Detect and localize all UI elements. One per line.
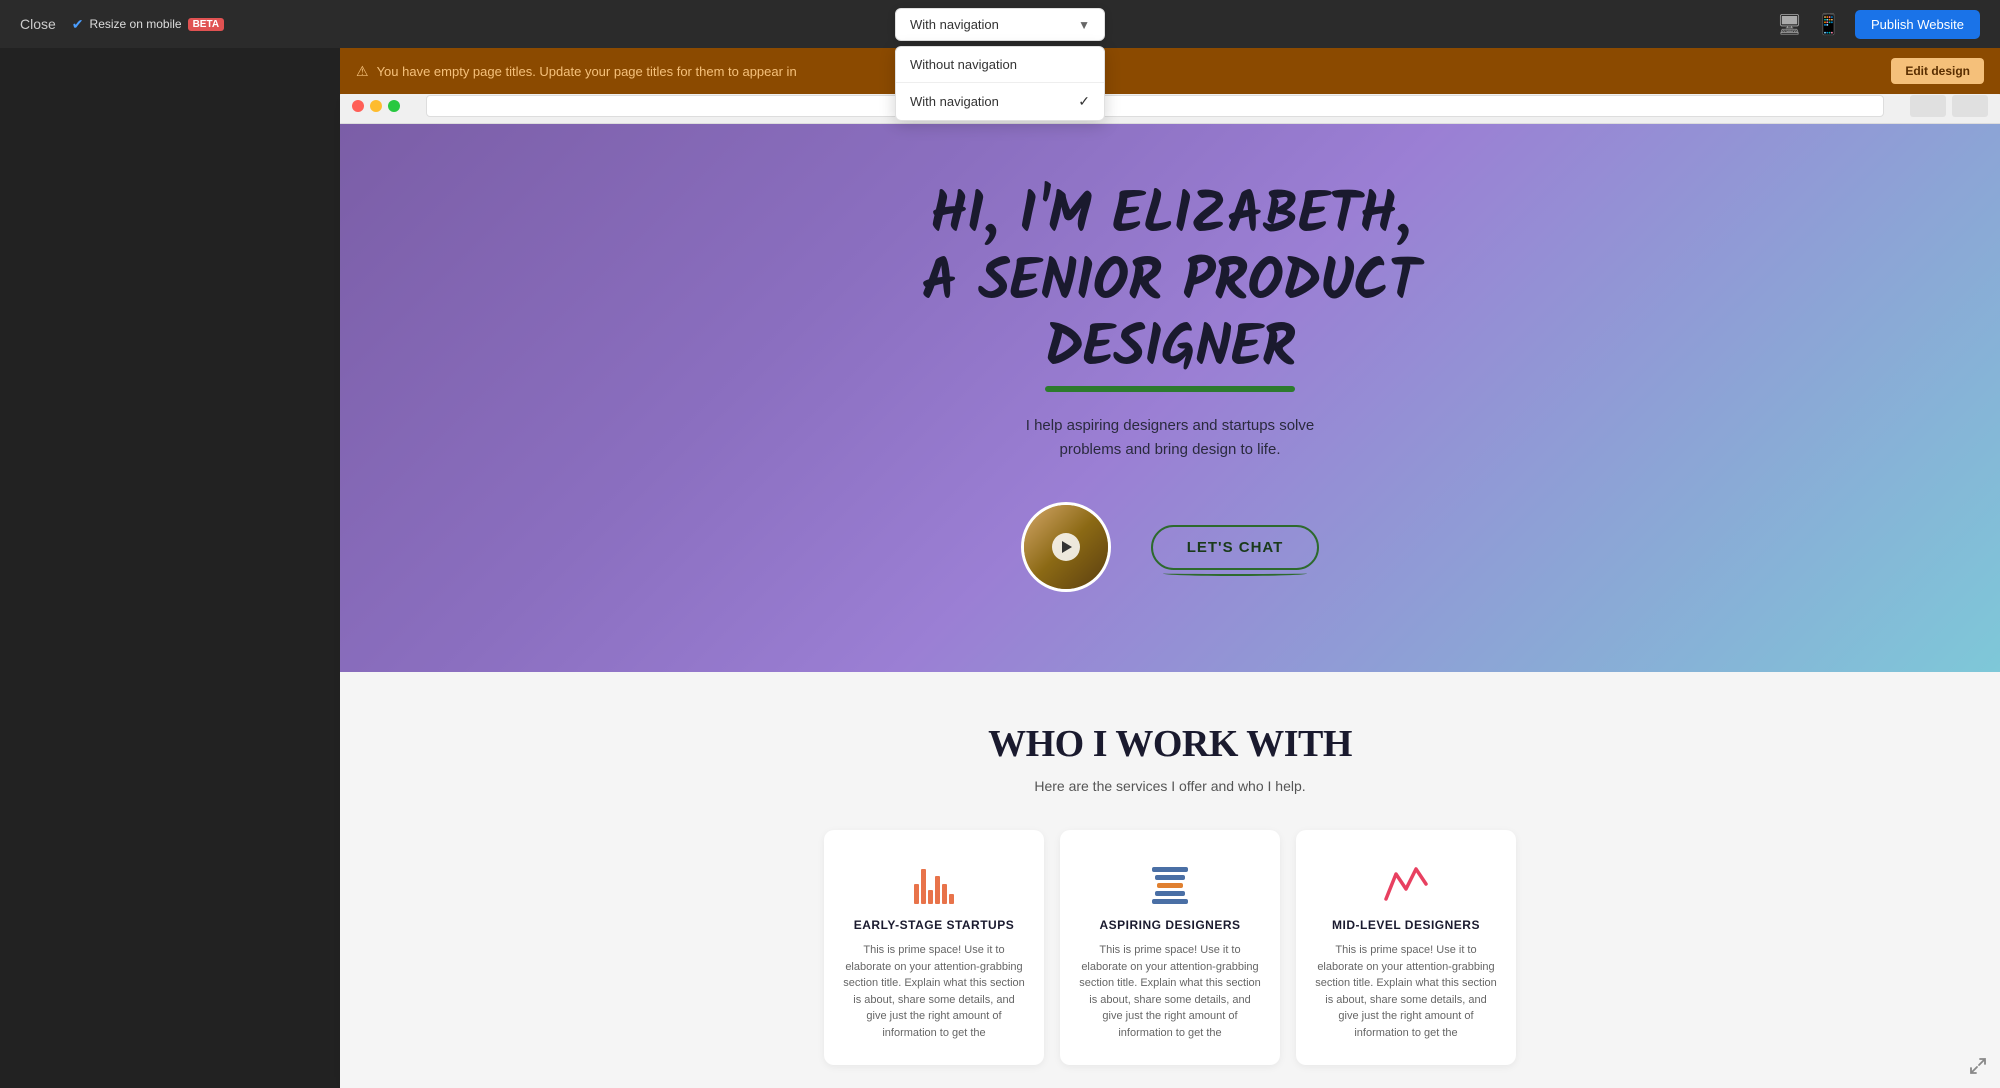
card-startups: EARLY-STAGE STARTUPS This is prime space… (824, 830, 1044, 1065)
stack-line4 (1155, 891, 1185, 896)
browser-minimize-dot (370, 100, 382, 112)
browser-actions (1910, 95, 1988, 117)
play-button[interactable] (1052, 533, 1080, 561)
stack-line1 (1152, 867, 1188, 872)
expand-button[interactable] (1968, 1056, 1992, 1080)
selected-checkmark-icon: ✓ (1078, 93, 1090, 110)
card-midlevel-text: This is prime space! Use it to elaborate… (1314, 942, 1498, 1041)
bar3 (928, 890, 933, 904)
work-section-title: WHO I WORK WITH (370, 722, 1970, 766)
nav-selector-value: With navigation (910, 17, 999, 32)
desktop-icon[interactable]: 🖥 (1777, 12, 1802, 37)
stack-line2 (1155, 875, 1185, 880)
nav-option-with-label: With navigation (910, 94, 999, 109)
card-startups-icon (842, 854, 1026, 904)
bar2 (921, 869, 926, 904)
play-triangle-icon (1062, 541, 1072, 553)
browser-window: HI, I'M ELIZABETH, A SENIOR PRODUCT DESI… (340, 88, 2000, 1088)
chevron-down-icon: ▼ (1078, 18, 1090, 32)
bar6 (949, 894, 954, 904)
card-designers-icon (1078, 854, 1262, 904)
nav-option-without[interactable]: Without navigation (896, 47, 1104, 82)
card-startups-text: This is prime space! Use it to elaborate… (842, 942, 1026, 1041)
beta-badge: BETA (188, 18, 224, 31)
browser-action-1 (1910, 95, 1946, 117)
work-section-subtitle: Here are the services I offer and who I … (370, 778, 1970, 794)
expand-icon (1968, 1056, 1988, 1076)
card-startups-title: EARLY-STAGE STARTUPS (842, 918, 1026, 932)
hero-title-line3: DESIGNER (1045, 317, 1296, 384)
bar1 (914, 884, 919, 904)
nav-option-with[interactable]: With navigation ✓ (896, 83, 1104, 120)
alert-banner: ⚠ You have empty page titles. Update you… (340, 48, 2000, 94)
browser-fullscreen-dot (388, 100, 400, 112)
cards-row: EARLY-STAGE STARTUPS This is prime space… (370, 830, 1970, 1065)
browser-action-2 (1952, 95, 1988, 117)
nav-option-without-label: Without navigation (910, 57, 1017, 72)
card-midlevel: MID-LEVEL DESIGNERS This is prime space!… (1296, 830, 1516, 1065)
avatar-circle[interactable] (1021, 502, 1111, 592)
stack-lines-icon (1152, 867, 1188, 904)
hero-section: HI, I'M ELIZABETH, A SENIOR PRODUCT DESI… (340, 124, 2000, 672)
alert-icon: ⚠ (356, 63, 369, 80)
close-button[interactable]: Close (20, 16, 56, 32)
hero-bottom: LET'S CHAT (1021, 502, 1320, 592)
browser-url-bar[interactable] (426, 95, 1884, 117)
bar4 (935, 876, 940, 904)
edit-design-button[interactable]: Edit design (1891, 58, 1984, 84)
work-section: WHO I WORK WITH Here are the services I … (340, 672, 2000, 1088)
nav-dropdown-menu: Without navigation With navigation ✓ (895, 46, 1105, 121)
stack-line3 (1157, 883, 1183, 888)
browser-close-dot (352, 100, 364, 112)
bar-chart-icon (914, 859, 954, 904)
lets-chat-button[interactable]: LET'S CHAT (1151, 525, 1320, 570)
nav-selector-container: With navigation ▼ Without navigation Wit… (895, 8, 1105, 41)
card-midlevel-icon (1314, 854, 1498, 904)
website-content: HI, I'M ELIZABETH, A SENIOR PRODUCT DESI… (340, 124, 2000, 1088)
bar5 (942, 884, 947, 904)
alert-left: ⚠ You have empty page titles. Update you… (356, 63, 797, 80)
card-designers-title: ASPIRING DESIGNERS (1078, 918, 1262, 932)
mobile-icon[interactable]: 📱 (1816, 12, 1841, 37)
card-designers: ASPIRING DESIGNERS This is prime space! … (1060, 830, 1280, 1065)
check-icon: ✔ (72, 16, 84, 33)
hero-title: HI, I'M ELIZABETH, A SENIOR PRODUCT DESI… (921, 184, 1419, 384)
publish-button[interactable]: Publish Website (1855, 10, 1980, 39)
resize-badge: ✔ Resize on mobile BETA (72, 16, 224, 33)
top-bar-left: Close ✔ Resize on mobile BETA (20, 16, 224, 33)
top-bar-right: 🖥 📱 Publish Website (1777, 0, 1980, 48)
stack-line5 (1152, 899, 1188, 904)
nav-selector-trigger[interactable]: With navigation ▼ (895, 8, 1105, 41)
left-sidebar (0, 0, 340, 1088)
resize-label: Resize on mobile (90, 17, 182, 31)
card-designers-text: This is prime space! Use it to elaborate… (1078, 942, 1262, 1041)
zigzag-icon (1381, 859, 1431, 904)
alert-message: You have empty page titles. Update your … (377, 64, 797, 79)
card-midlevel-title: MID-LEVEL DESIGNERS (1314, 918, 1498, 932)
hero-subtitle: I help aspiring designers and startups s… (1010, 414, 1330, 462)
